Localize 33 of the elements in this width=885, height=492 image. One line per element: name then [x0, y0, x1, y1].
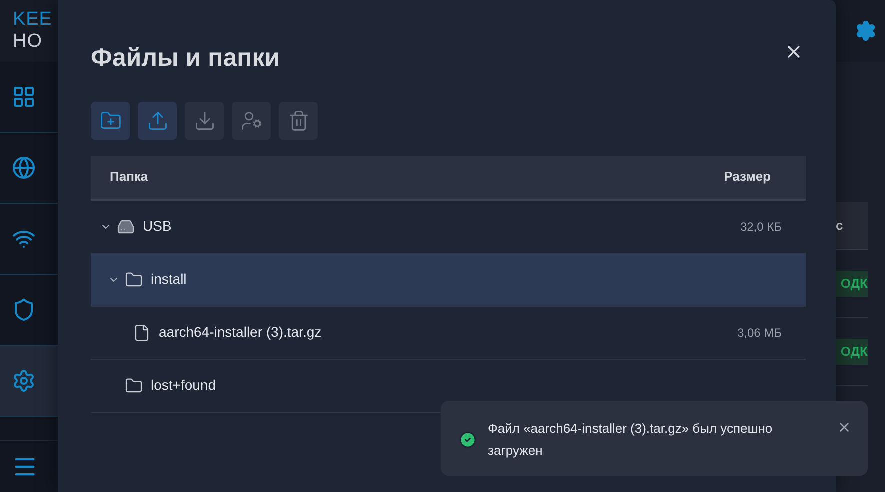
folder-icon: [125, 270, 143, 288]
table-row[interactable]: aarch64-installer (3).tar.gz 3,06 МБ: [91, 306, 806, 360]
file-name: USB: [143, 217, 172, 236]
file-size: 3,06 МБ: [737, 324, 782, 342]
shield-icon: [12, 298, 36, 322]
gear-icon: [12, 369, 36, 393]
file-name: lost+found: [151, 376, 216, 395]
folder-icon: [125, 376, 143, 394]
column-header: Папка: [110, 168, 148, 186]
logo-text: KEE: [13, 9, 54, 31]
file-name: install: [151, 270, 187, 289]
globe-icon: [12, 156, 36, 180]
dashboard-icon: [12, 85, 36, 109]
column-header: Размер: [724, 168, 771, 186]
file-name: aarch64-installer (3).tar.gz: [159, 323, 322, 342]
table-row[interactable]: install: [91, 254, 806, 306]
download-icon: [194, 110, 216, 132]
toast-message: Файл «aarch64-installer (3).tar.gz» был успешно загружен: [488, 420, 774, 460]
sidebar-item[interactable]: [0, 346, 58, 417]
user-gear-icon: [240, 110, 262, 132]
column-header: с: [836, 216, 844, 235]
dialog-title: Файлы и папки: [91, 43, 280, 74]
logo-text: HO: [13, 31, 44, 53]
drive-icon: [117, 218, 135, 236]
file-size: 32,0 КБ: [740, 218, 782, 236]
folder-plus-icon: [100, 110, 122, 132]
status-badge: ОДК: [836, 270, 868, 296]
trash-icon: [288, 110, 310, 132]
status-badge: ОДК: [836, 338, 868, 364]
file-icon: [133, 324, 151, 342]
upload-button[interactable]: [138, 102, 177, 140]
upload-icon: [146, 110, 168, 132]
new-folder-button[interactable]: [91, 102, 130, 140]
